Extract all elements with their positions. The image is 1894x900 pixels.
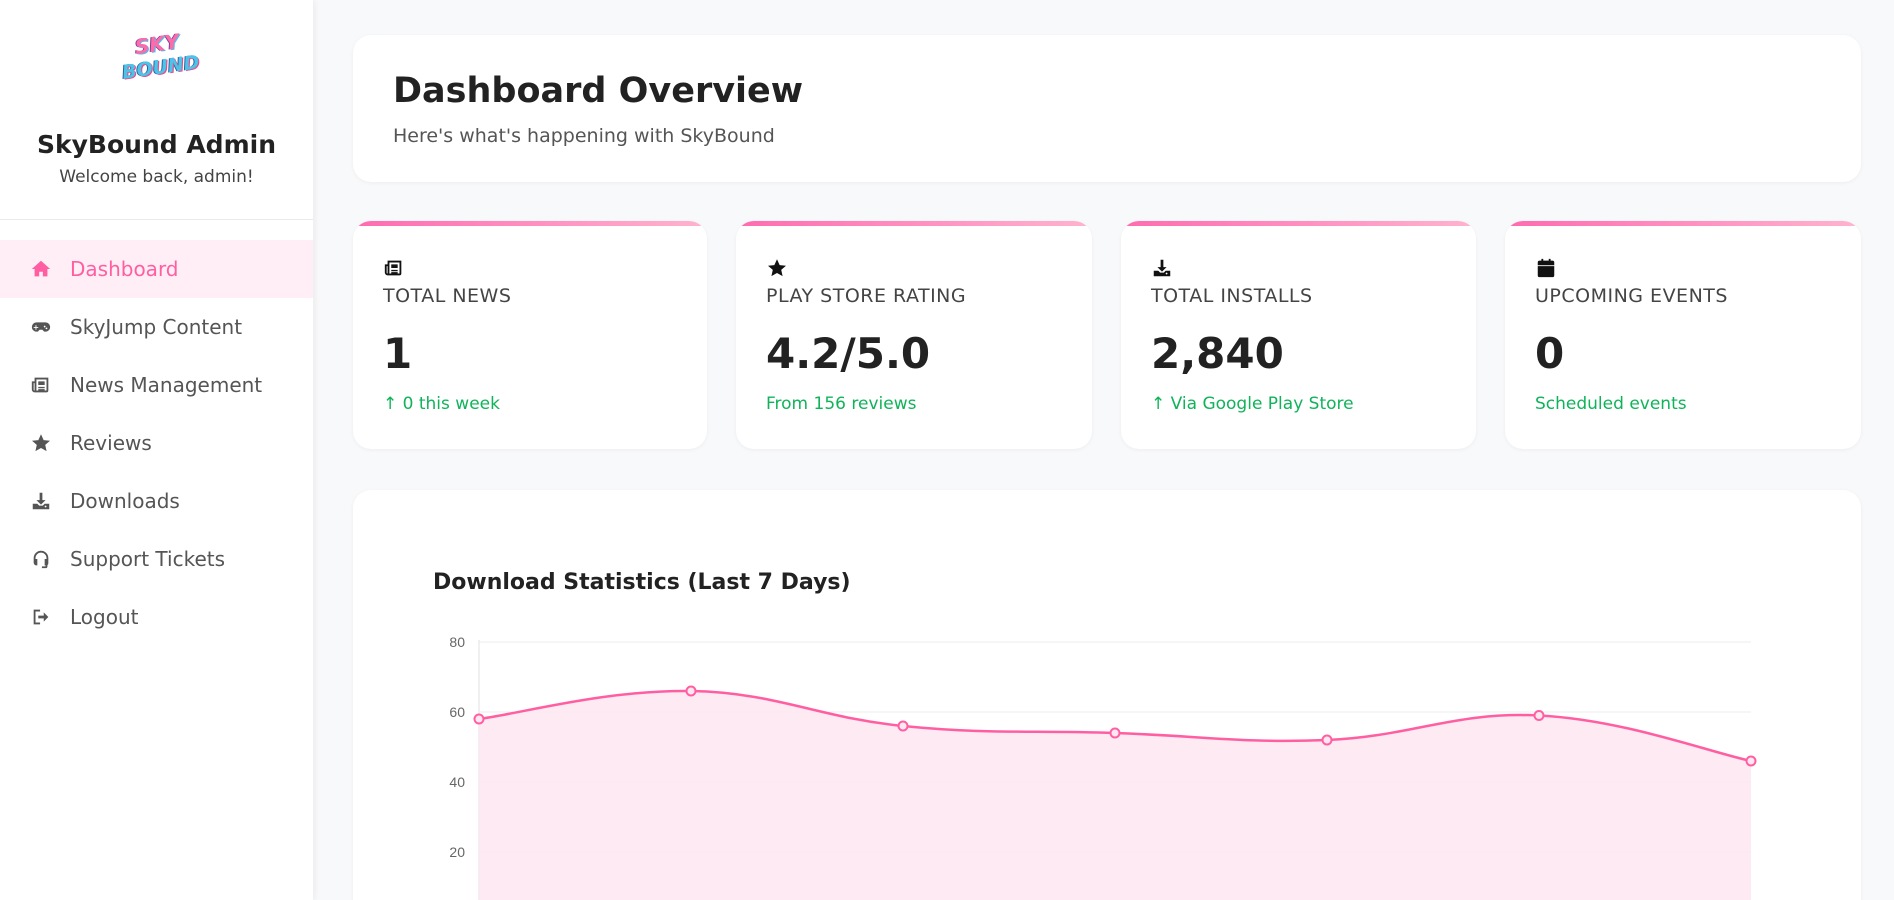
stat-card-total-installs: TOTAL INSTALLS 2,840 ↑ Via Google Play S… — [1121, 221, 1476, 449]
welcome-text: Welcome back, admin! — [59, 167, 254, 187]
data-point — [473, 713, 485, 725]
sidebar-item-label: SkyJump Content — [70, 315, 243, 339]
gamepad-icon — [28, 316, 54, 338]
y-tick-label: 60 — [449, 704, 465, 720]
sidebar-item-label: News Management — [70, 373, 263, 397]
stat-label: TOTAL INSTALLS — [1151, 285, 1313, 307]
home-icon — [28, 258, 54, 280]
stat-trend: Scheduled events — [1535, 394, 1687, 414]
page-subtitle: Here's what's happening with SkyBound — [393, 125, 775, 147]
stat-card-play-store-rating: PLAY STORE RATING 4.2/5.0 From 156 revie… — [736, 221, 1092, 449]
newspaper-icon — [383, 257, 677, 283]
header-card: Dashboard Overview Here's what's happeni… — [353, 35, 1861, 182]
download-icon — [1151, 257, 1446, 283]
area-fill — [479, 690, 1751, 900]
stat-trend: ↑ 0 this week — [383, 394, 500, 414]
y-tick-label: 80 — [449, 634, 465, 650]
stat-value: 0 — [1535, 329, 1565, 378]
stat-label: TOTAL NEWS — [383, 285, 512, 307]
sidebar-item-label: Downloads — [70, 489, 180, 513]
y-tick-label: 40 — [449, 774, 465, 790]
star-icon — [766, 257, 1062, 283]
stat-card-total-news: TOTAL NEWS 1 ↑ 0 this week — [353, 221, 707, 449]
sidebar-item-logout[interactable]: Logout — [0, 588, 313, 646]
stat-card-upcoming-events: UPCOMING EVENTS 0 Scheduled events — [1505, 221, 1861, 449]
sidebar-item-downloads[interactable]: Downloads — [0, 472, 313, 530]
sidebar-item-label: Reviews — [70, 431, 152, 455]
sidebar-item-skyjump-content[interactable]: SkyJump Content — [0, 298, 313, 356]
stat-trend: From 156 reviews — [766, 394, 917, 414]
y-tick-label: 20 — [449, 844, 465, 860]
logout-icon — [28, 606, 54, 628]
data-point — [897, 720, 909, 732]
stat-value: 1 — [383, 329, 413, 378]
data-point — [1745, 755, 1757, 767]
calendar-icon — [1535, 257, 1831, 283]
newspaper-icon — [28, 374, 54, 396]
sidebar-item-label: Dashboard — [70, 257, 179, 281]
stat-label: PLAY STORE RATING — [766, 285, 967, 307]
headset-icon — [28, 548, 54, 570]
stat-value: 2,840 — [1151, 329, 1284, 378]
star-icon — [28, 432, 54, 454]
brand-area: SKY BOUND SkyBound Admin Welcome back, a… — [0, 0, 313, 220]
skybound-logo: SKY BOUND — [120, 28, 200, 98]
download-statistics-card: Download Statistics (Last 7 Days) 20 40 60… — [353, 490, 1861, 900]
sidebar-item-support-tickets[interactable]: Support Tickets — [0, 530, 313, 588]
sidebar-item-news-management[interactable]: News Management — [0, 356, 313, 414]
brand-name: SkyBound Admin — [36, 130, 276, 159]
sidebar: SKY BOUND SkyBound Admin Welcome back, a… — [0, 0, 313, 900]
sidebar-item-reviews[interactable]: Reviews — [0, 414, 313, 472]
download-chart: 20 40 60 80 — [449, 634, 1757, 900]
sidebar-item-dashboard[interactable]: Dashboard — [0, 240, 313, 298]
sidebar-nav: Dashboard SkyJump Content News Managemen… — [0, 240, 313, 646]
stat-label: UPCOMING EVENTS — [1535, 285, 1728, 307]
data-point — [1533, 710, 1545, 721]
stat-value: 4.2/5.0 — [766, 329, 931, 378]
download-icon — [28, 490, 54, 512]
data-point — [685, 685, 697, 697]
stat-trend: ↑ Via Google Play Store — [1151, 394, 1354, 414]
sidebar-item-label: Support Tickets — [70, 547, 226, 571]
sidebar-item-label: Logout — [70, 605, 139, 629]
data-point — [1321, 734, 1333, 746]
page-title: Dashboard Overview — [393, 71, 804, 111]
data-point — [1109, 727, 1121, 739]
